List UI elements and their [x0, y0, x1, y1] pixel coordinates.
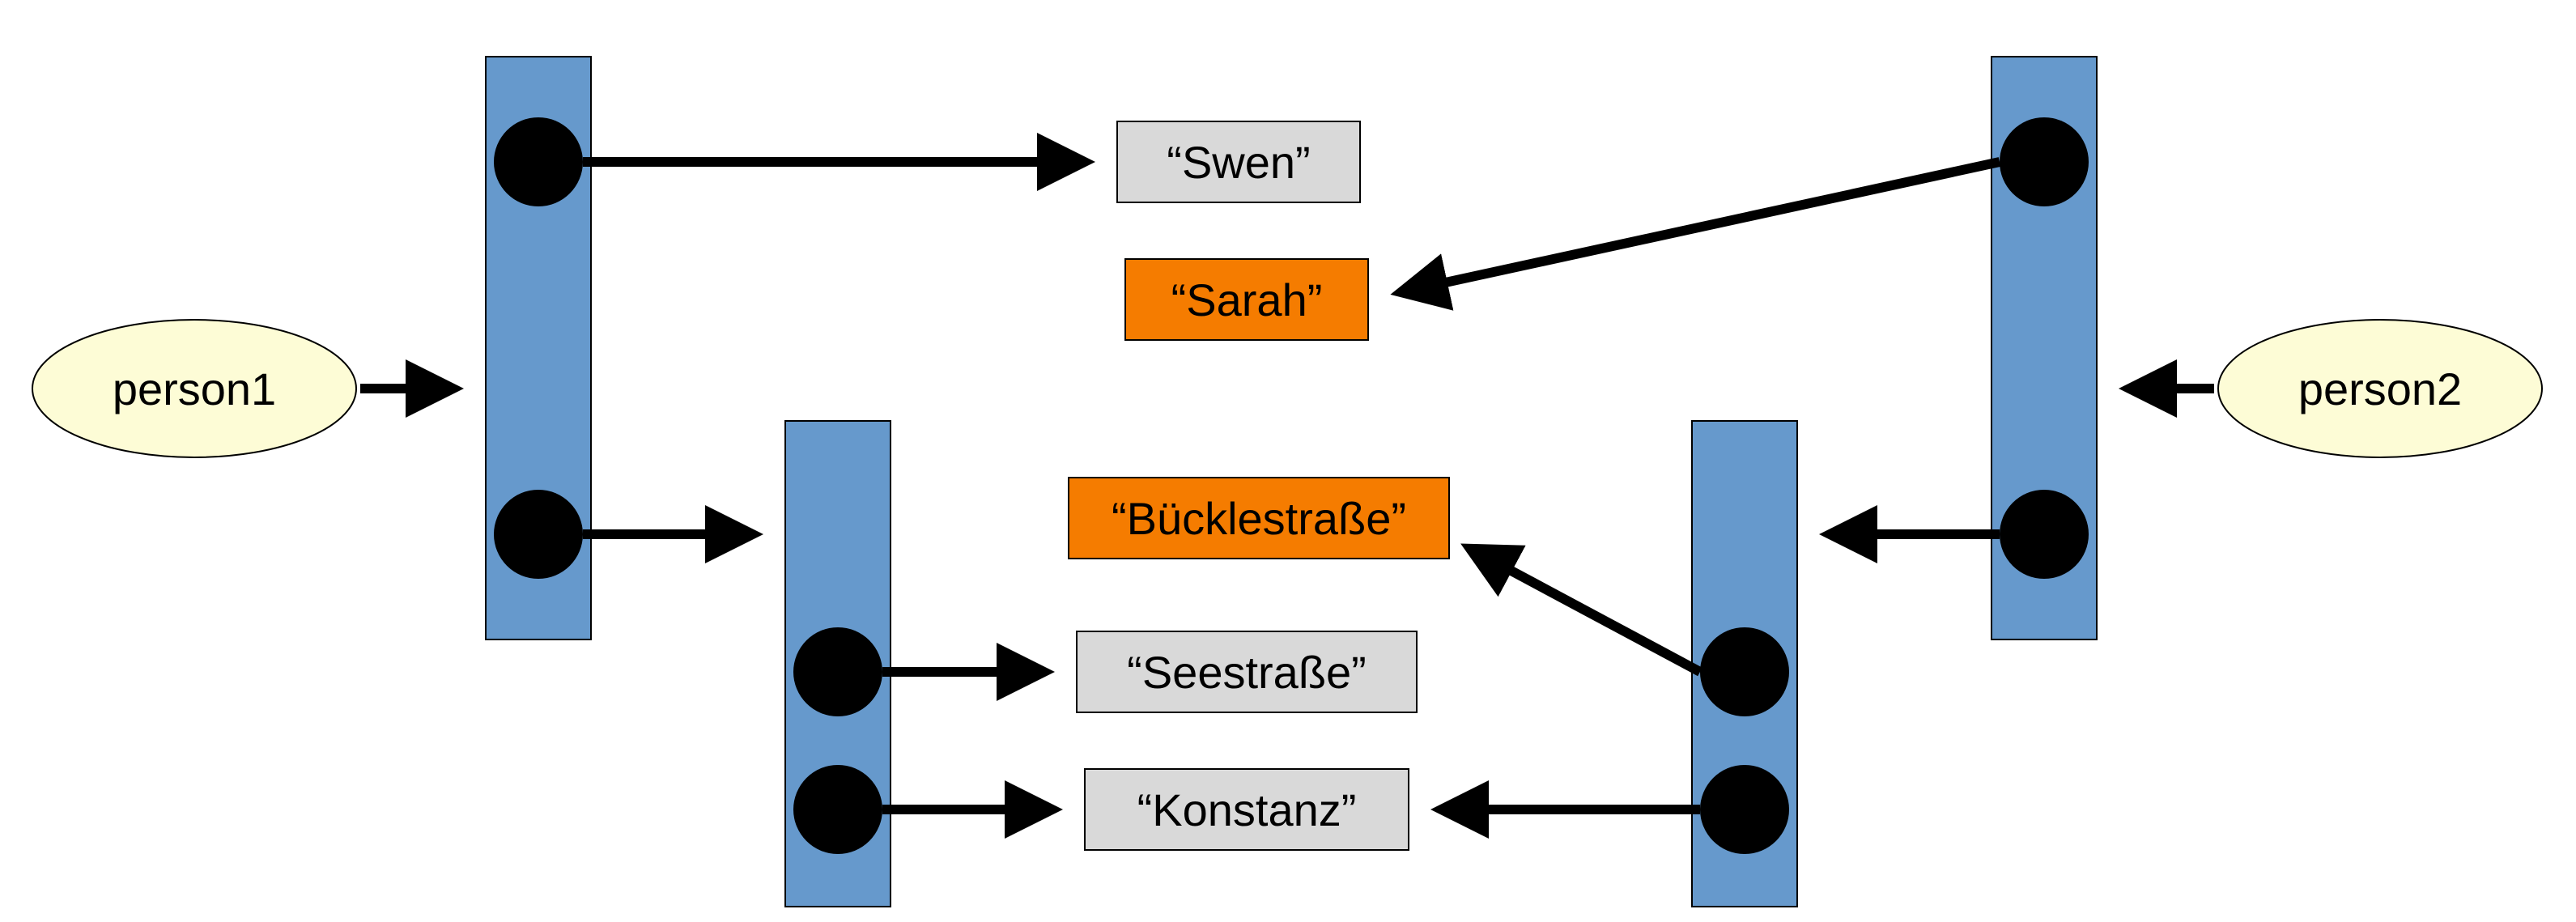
person2-label: person2 [2298, 363, 2462, 414]
slot-address1-street [793, 627, 882, 716]
slot-address2-city [1700, 765, 1789, 854]
value-swen-text: “Swen” [1167, 137, 1310, 188]
value-see-text: “Seestraße” [1127, 647, 1367, 698]
slot-person2-name [2000, 117, 2089, 206]
value-konstanz-text: “Konstanz” [1137, 784, 1357, 835]
object-graph-diagram: person1 person2 “Swen” “Sarah” “Bücklest… [0, 0, 2576, 922]
slot-person2-address [2000, 490, 2089, 579]
slot-address1-city [793, 765, 882, 854]
person1-label: person1 [113, 363, 276, 414]
slot-address2-street [1700, 627, 1789, 716]
value-sarah-text: “Sarah” [1171, 274, 1323, 325]
arrow-address2-street [1473, 550, 1700, 672]
value-bueckle-text: “Bücklestraße” [1112, 493, 1406, 544]
slot-person1-name [494, 117, 583, 206]
slot-person1-address [494, 490, 583, 579]
arrow-person2-name [1405, 162, 2000, 291]
